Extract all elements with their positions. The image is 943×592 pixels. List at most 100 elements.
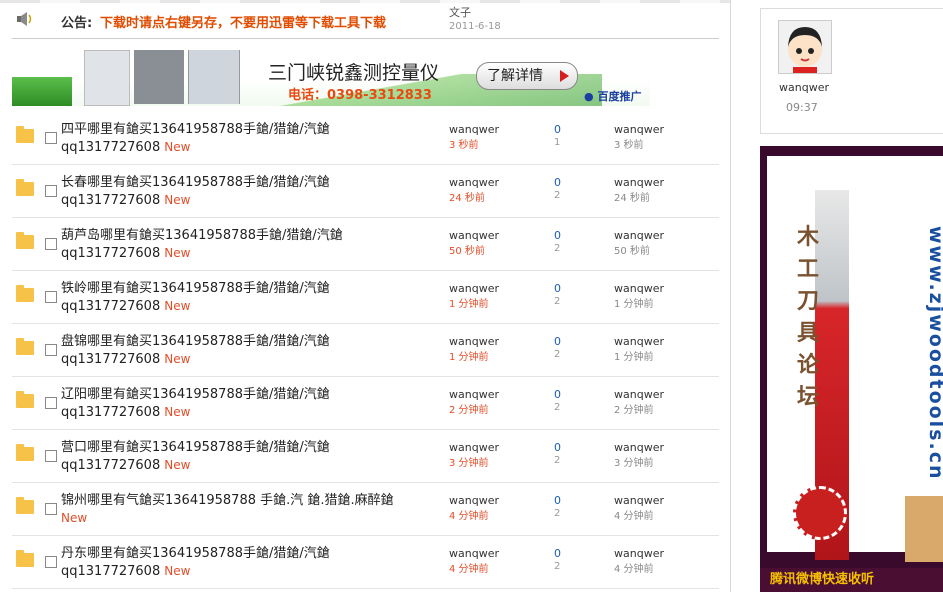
reply-count[interactable]: 0 <box>554 282 561 295</box>
reply-count[interactable]: 0 <box>554 388 561 401</box>
new-badge: New <box>164 193 191 207</box>
thread-list: 四平哪里有鎗买13641958788手鎗/猎鎗/汽鎗 qq1317727608 Ne… <box>12 112 719 589</box>
last-post-user[interactable]: wanqwer <box>614 282 664 295</box>
last-post-user[interactable]: wanqwer <box>614 388 664 401</box>
notice-author[interactable]: 文子 <box>449 4 471 20</box>
thread-posted-time: 3 秒前 <box>449 140 479 151</box>
thread-qq: qq1317727608 <box>61 140 161 155</box>
thread-checkbox[interactable] <box>45 132 57 144</box>
thread-checkbox[interactable] <box>45 556 57 568</box>
thread-title[interactable]: 铁岭哪里有鎗买13641958788手鎗/猎鎗/汽鎗 <box>61 277 330 296</box>
thread-posted-time: 24 秒前 <box>449 193 485 204</box>
thread-title[interactable]: 四平哪里有鎗买13641958788手鎗/猎鎗/汽鎗 <box>61 118 330 137</box>
reply-count[interactable]: 0 <box>554 441 561 454</box>
thread-author[interactable]: wanqwer <box>449 547 499 560</box>
avatar[interactable] <box>778 20 832 74</box>
main-content: 公告: 下载时请点右键另存，不要用迅雷等下载工具下载 文子 2011-6-18 … <box>0 0 730 592</box>
table-row[interactable]: 长春哪里有鎗买13641958788手鎗/猎鎗/汽鎗 qq1317727608 Ne… <box>12 165 719 218</box>
thread-title[interactable]: 辽阳哪里有鎗买13641958788手鎗/猎鎗/汽鎗 <box>61 383 330 402</box>
notice-link[interactable]: 下载时请点右键另存，不要用迅雷等下载工具下载 <box>100 12 386 31</box>
table-row[interactable]: 四平哪里有鎗买13641958788手鎗/猎鎗/汽鎗 qq1317727608 Ne… <box>12 112 719 165</box>
table-row[interactable]: 营口哪里有鎗买13641958788手鎗/猎鎗/汽鎗 qq1317727608 Ne… <box>12 430 719 483</box>
learn-more-button[interactable]: 了解详情 <box>476 62 578 90</box>
table-row[interactable]: 葫芦岛哪里有鎗买13641958788手鎗/猎鎗/汽鎗 qq1317727608 N… <box>12 218 719 271</box>
thread-author[interactable]: wanqwer <box>449 282 499 295</box>
last-post-time[interactable]: 1 分钟前 <box>614 295 654 310</box>
thread-checkbox[interactable] <box>45 291 57 303</box>
thread-qq: qq1317727608 <box>61 299 161 314</box>
last-post-time[interactable]: 4 分钟前 <box>614 560 654 575</box>
ad-banner[interactable]: 三门峡锐鑫测控量仪 电话：0398-3312833 了解详情 ● 百度推广 <box>12 48 650 106</box>
thread-title[interactable]: 葫芦岛哪里有鎗买13641958788手鎗/猎鎗/汽鎗 <box>61 224 343 243</box>
thread-subline: qq1317727608 New <box>61 299 190 314</box>
new-badge: New <box>61 511 88 525</box>
last-post-time[interactable]: 3 秒前 <box>614 136 644 151</box>
sidebar: wanqwer 09:37 木工刀具论坛 www.zjwoodtools.cn … <box>730 0 943 592</box>
thread-title[interactable]: 长春哪里有鎗买13641958788手鎗/猎鎗/汽鎗 <box>61 171 330 190</box>
reply-count[interactable]: 0 <box>554 335 561 348</box>
thread-checkbox[interactable] <box>45 238 57 250</box>
thread-checkbox[interactable] <box>45 503 57 515</box>
thread-title[interactable]: 营口哪里有鎗买13641958788手鎗/猎鎗/汽鎗 <box>61 436 330 455</box>
last-post-user[interactable]: wanqwer <box>614 335 664 348</box>
new-badge: New <box>164 352 191 366</box>
thread-checkbox[interactable] <box>45 185 57 197</box>
table-row[interactable]: 丹东哪里有鎗买13641958788手鎗/猎鎗/汽鎗 qq1317727608 Ne… <box>12 536 719 589</box>
folder-icon <box>16 126 34 143</box>
table-row[interactable]: 辽阳哪里有鎗买13641958788手鎗/猎鎗/汽鎗 qq1317727608 Ne… <box>12 377 719 430</box>
last-post-time[interactable]: 50 秒前 <box>614 242 650 257</box>
thread-title[interactable]: 锦州哪里有气鎗买13641958788 手鎗.汽 鎗.猎鎗.麻醉鎗 <box>61 489 394 508</box>
last-post-user[interactable]: wanqwer <box>614 441 664 454</box>
thread-author[interactable]: wanqwer <box>449 494 499 507</box>
last-post-user[interactable]: wanqwer <box>614 123 664 136</box>
last-post-time[interactable]: 24 秒前 <box>614 189 650 204</box>
ad-vertical-title: 木工刀具论坛 <box>797 225 820 410</box>
last-post-user[interactable]: wanqwer <box>614 229 664 242</box>
thread-title[interactable]: 丹东哪里有鎗买13641958788手鎗/猎鎗/汽鎗 <box>61 542 330 561</box>
last-post-time[interactable]: 1 分钟前 <box>614 348 654 363</box>
folder-icon <box>16 497 34 514</box>
sidebar-ad[interactable]: 木工刀具论坛 www.zjwoodtools.cn <box>760 146 943 592</box>
reply-count[interactable]: 0 <box>554 176 561 189</box>
reply-count[interactable]: 0 <box>554 494 561 507</box>
last-post-user[interactable]: wanqwer <box>614 494 664 507</box>
thread-checkbox[interactable] <box>45 397 57 409</box>
last-post-user[interactable]: wanqwer <box>614 176 664 189</box>
last-post-time[interactable]: 4 分钟前 <box>614 507 654 522</box>
banner-title: 三门峡锐鑫测控量仪 <box>268 62 440 84</box>
table-row[interactable]: 铁岭哪里有鎗买13641958788手鎗/猎鎗/汽鎗 qq1317727608 Ne… <box>12 271 719 324</box>
new-badge: New <box>164 564 191 578</box>
thread-author[interactable]: wanqwer <box>449 123 499 136</box>
reply-count[interactable]: 0 <box>554 123 561 136</box>
thread-checkbox[interactable] <box>45 450 57 462</box>
thread-checkbox[interactable] <box>45 344 57 356</box>
view-count: 2 <box>554 455 561 466</box>
last-post-time[interactable]: 3 分钟前 <box>614 454 654 469</box>
sidebar-time: 09:37 <box>786 101 818 114</box>
saw-blade-icon <box>793 486 847 540</box>
baidu-ad-label: 百度推广 <box>597 90 642 103</box>
view-count: 2 <box>554 349 561 360</box>
last-post-time[interactable]: 2 分钟前 <box>614 401 654 416</box>
notice-date: 2011-6-18 <box>449 21 501 32</box>
thread-title[interactable]: 盘锦哪里有鎗买13641958788手鎗/猎鎗/汽鎗 <box>61 330 330 349</box>
folder-icon <box>16 232 34 249</box>
last-post-user[interactable]: wanqwer <box>614 547 664 560</box>
thread-author[interactable]: wanqwer <box>449 229 499 242</box>
reply-count[interactable]: 0 <box>554 229 561 242</box>
table-row[interactable]: 锦州哪里有气鎗买13641958788 手鎗.汽 鎗.猎鎗.麻醉鎗 New wanq… <box>12 483 719 536</box>
thread-author[interactable]: wanqwer <box>449 388 499 401</box>
table-row[interactable]: 盘锦哪里有鎗买13641958788手鎗/猎鎗/汽鎗 qq1317727608 Ne… <box>12 324 719 377</box>
new-badge: New <box>164 458 191 472</box>
thread-qq: qq1317727608 <box>61 564 161 579</box>
thread-qq: qq1317727608 <box>61 405 161 420</box>
thread-author[interactable]: wanqwer <box>449 176 499 189</box>
thread-posted-time: 4 分钟前 <box>449 564 489 575</box>
sidebar-username[interactable]: wanqwer <box>779 81 829 94</box>
thread-subline: qq1317727608 New <box>61 352 190 367</box>
thread-author[interactable]: wanqwer <box>449 335 499 348</box>
thread-author[interactable]: wanqwer <box>449 441 499 454</box>
weibo-follow-bar[interactable]: 腾讯微博快速收听 <box>760 568 943 592</box>
reply-count[interactable]: 0 <box>554 547 561 560</box>
thread-subline: qq1317727608 New <box>61 405 190 420</box>
